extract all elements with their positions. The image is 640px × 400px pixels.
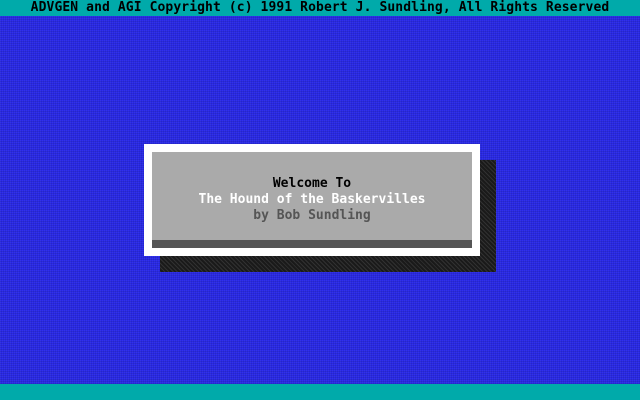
- dialog-panel: Welcome To The Hound of the Baskervilles…: [152, 152, 472, 240]
- game-screen: ADVGEN and AGI Copyright (c) 1991 Robert…: [0, 0, 640, 400]
- game-title: The Hound of the Baskervilles: [198, 192, 426, 207]
- welcome-text: Welcome To: [272, 176, 352, 191]
- bottom-status-bar: [0, 384, 640, 400]
- author-credit: by Bob Sundling: [253, 208, 371, 223]
- copyright-status-bar: ADVGEN and AGI Copyright (c) 1991 Robert…: [0, 0, 640, 16]
- welcome-dialog[interactable]: Welcome To The Hound of the Baskervilles…: [144, 144, 480, 256]
- copyright-text: ADVGEN and AGI Copyright (c) 1991 Robert…: [30, 0, 610, 15]
- dialog-bevel: Welcome To The Hound of the Baskervilles…: [152, 152, 472, 248]
